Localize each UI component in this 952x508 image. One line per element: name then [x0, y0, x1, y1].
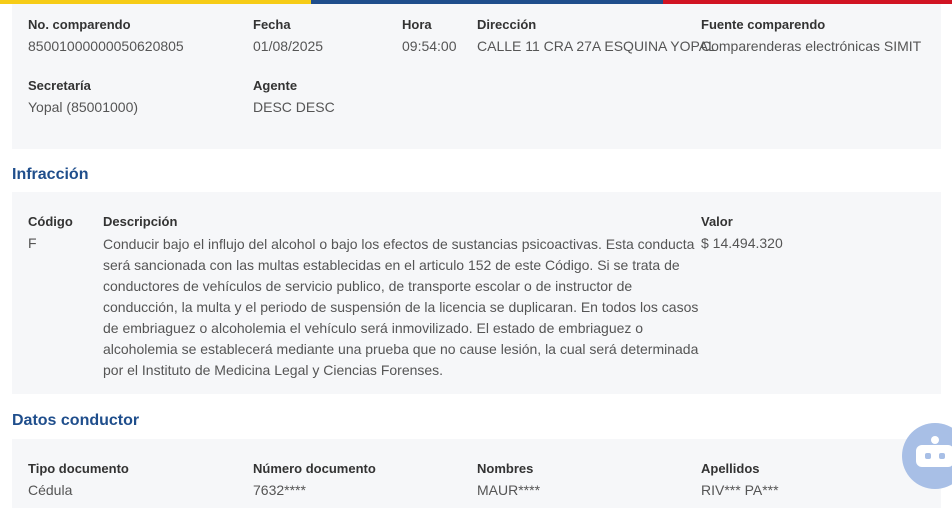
descripcion-value: Conducir bajo el influjo del alcohol o b…	[103, 236, 699, 378]
numero-documento-value: 7632****	[253, 482, 306, 498]
datos-conductor-card: Tipo documento Cédula Número documento 7…	[12, 439, 941, 508]
robot-left-eye	[925, 453, 931, 459]
nombres-label: Nombres	[477, 461, 534, 476]
direccion-value: CALLE 11 CRA 27A ESQUINA YOPAL	[477, 38, 716, 54]
codigo-label: Código	[28, 214, 73, 229]
datos-conductor-section-title: Datos conductor	[12, 412, 140, 429]
hora-label: Hora	[402, 17, 432, 32]
robot-icon	[916, 445, 952, 467]
direccion-label: Dirección	[477, 17, 537, 32]
numero-documento-label: Número documento	[253, 461, 376, 476]
fecha-label: Fecha	[253, 17, 291, 32]
descripcion-label: Descripción	[103, 214, 178, 229]
secretaria-value: Yopal (85001000)	[28, 99, 139, 115]
agente-value: DESC DESC	[253, 99, 335, 115]
valor-label: Valor	[701, 214, 733, 229]
apellidos-label: Apellidos	[701, 461, 760, 476]
hora-value: 09:54:00	[402, 38, 457, 54]
no-comparendo-label: No. comparendo	[28, 17, 131, 32]
infraccion-card: Código F Descripción Conducir bajo el in…	[12, 192, 941, 394]
agente-label: Agente	[253, 78, 298, 93]
robot-antenna	[931, 436, 939, 444]
codigo-value: F	[28, 235, 37, 251]
apellidos-value: RIV*** PA***	[701, 482, 779, 498]
fuente-comparendo-value: Comparenderas electrónicas SIMIT	[701, 38, 922, 54]
fuente-comparendo-label: Fuente comparendo	[701, 17, 826, 32]
valor-value: $ 14.494.320	[701, 235, 783, 251]
infraccion-section-title: Infracción	[12, 166, 89, 183]
nombres-value: MAUR****	[477, 482, 541, 498]
tipo-documento-value: Cédula	[28, 482, 73, 498]
robot-right-eye	[939, 453, 945, 459]
comparendo-info-card: No. comparendo 85001000000050620805 Fech…	[12, 4, 941, 149]
secretaria-label: Secretaría	[28, 78, 91, 93]
no-comparendo-value: 85001000000050620805	[28, 38, 184, 54]
fecha-value: 01/08/2025	[253, 38, 324, 54]
tipo-documento-label: Tipo documento	[28, 461, 129, 476]
